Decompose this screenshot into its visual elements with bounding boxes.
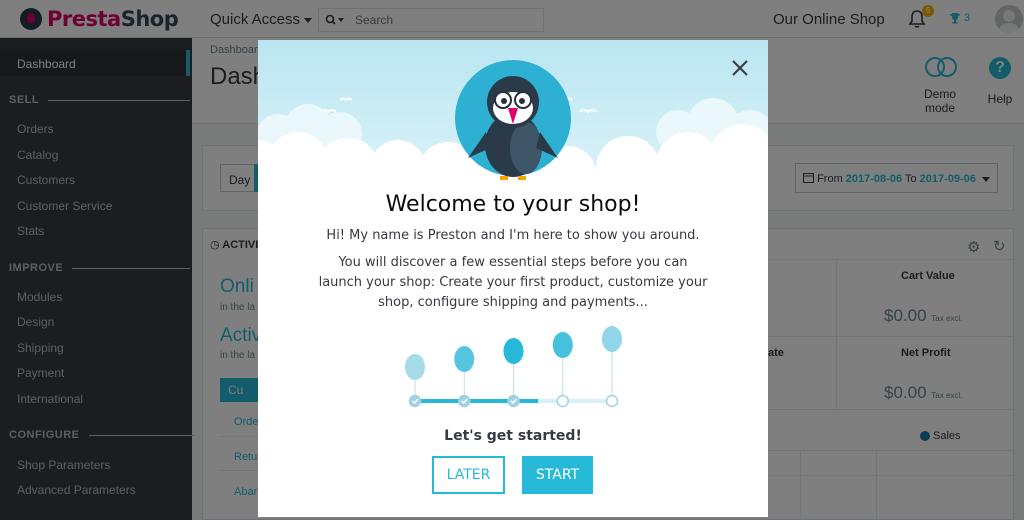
start-button[interactable]: START <box>522 456 593 494</box>
onboarding-progress-balloons <box>405 326 622 408</box>
sky-illustration <box>258 40 768 190</box>
close-icon <box>732 60 748 76</box>
cta-heading: Let's get started! <box>444 428 582 444</box>
modal-title: Welcome to your shop! <box>385 192 641 217</box>
step-balloon-1 <box>405 354 425 408</box>
step-balloon-5 <box>602 326 622 408</box>
step-balloon-4 <box>552 332 573 408</box>
modal-intro: Hi! My name is Preston and I'm here to s… <box>326 228 700 243</box>
close-button[interactable] <box>728 56 752 80</box>
step-balloon-2 <box>454 346 475 408</box>
step-balloon-3 <box>503 338 524 408</box>
later-button[interactable]: LATER <box>432 456 505 494</box>
modal-body: You will discover a few essential steps … <box>318 255 708 310</box>
welcome-modal: Welcome to your shop! Hi! My name is Pre… <box>258 40 768 517</box>
